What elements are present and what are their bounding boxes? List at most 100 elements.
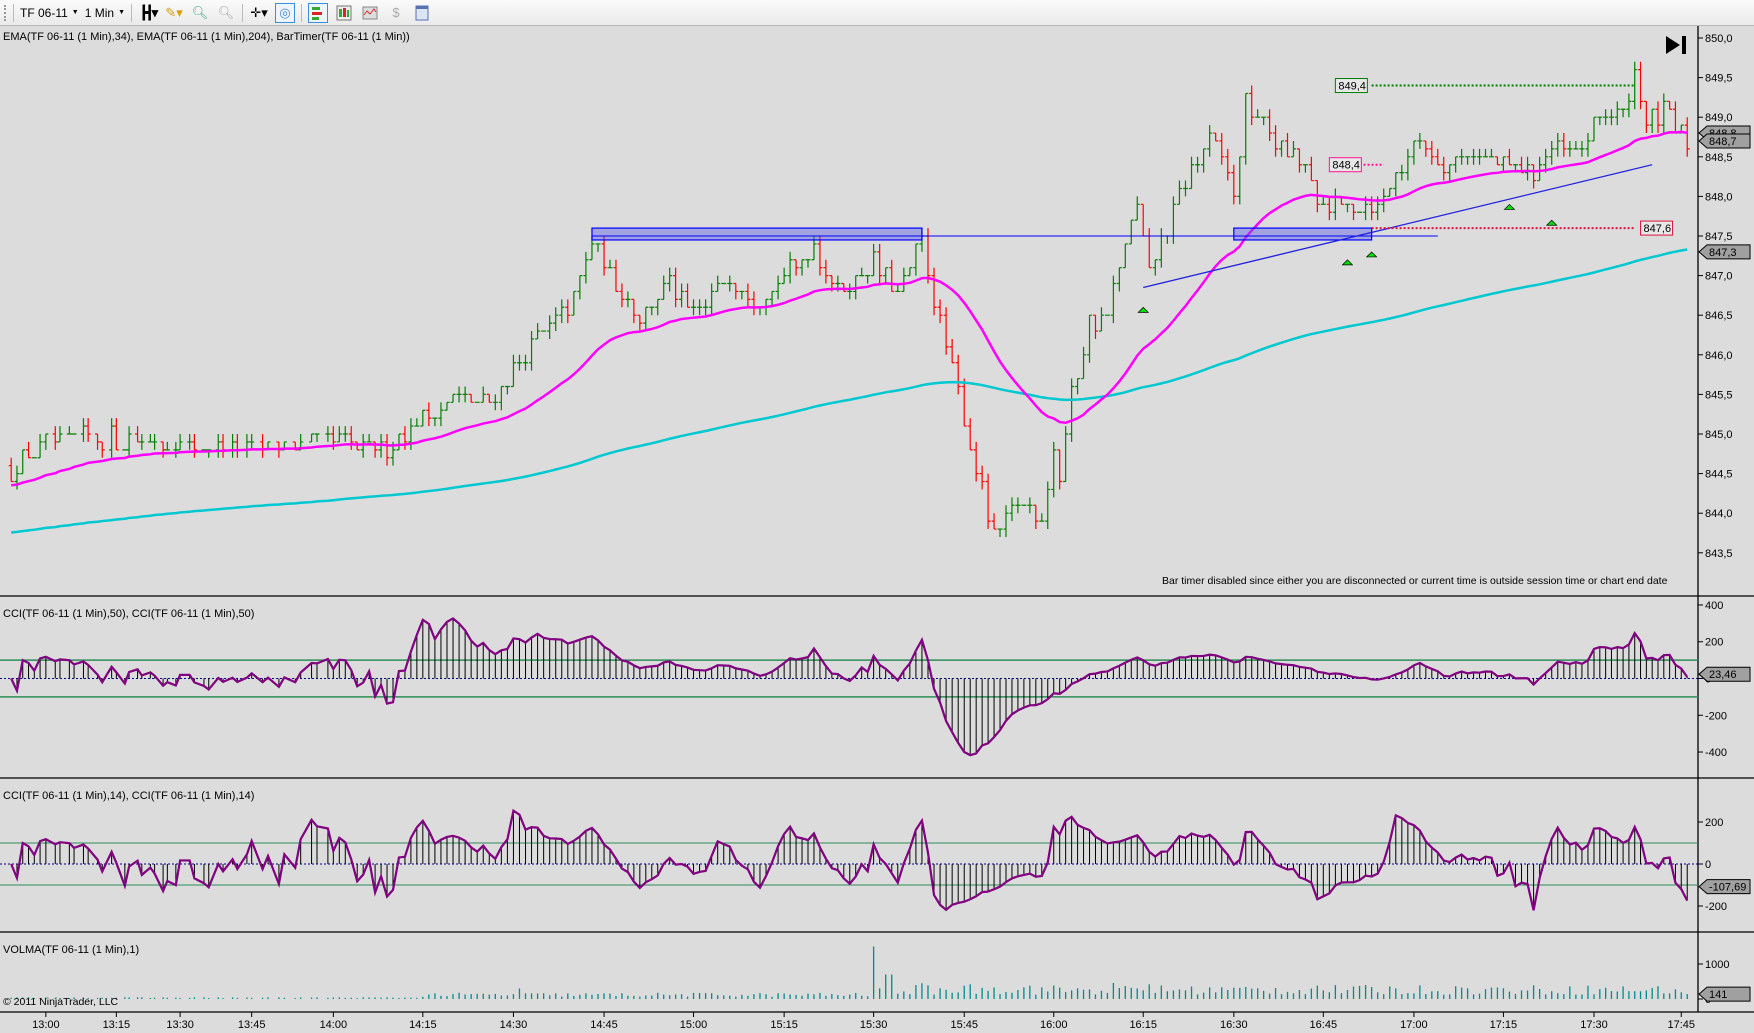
- price-bar: [164, 441, 170, 451]
- price-bar: [1561, 133, 1567, 157]
- price-bar: [1039, 513, 1045, 522]
- price-bar: [709, 283, 715, 316]
- volume-panel-title: VOLMA(TF 06-11 (1 Min),1): [3, 944, 140, 956]
- cci14-histogram: [16, 810, 1688, 911]
- price-bar: [1459, 148, 1465, 165]
- interval-select[interactable]: 1 Min ▼: [85, 6, 125, 20]
- zoom-out-icon: 🔍︎: [217, 4, 235, 20]
- price-axis-label: 846,5: [1705, 310, 1733, 322]
- price-bar: [360, 434, 366, 458]
- price-bar: [1134, 196, 1140, 221]
- price-bar: [961, 378, 967, 427]
- price-bar: [1471, 148, 1477, 165]
- copyright: © 2011 NinjaTrader, LLC: [3, 996, 119, 1008]
- price-bar: [43, 433, 49, 450]
- price-bar: [109, 418, 115, 458]
- price-bar: [745, 283, 751, 308]
- price-bar: [673, 267, 679, 308]
- price-bar: [955, 354, 961, 395]
- price-bar: [727, 275, 733, 292]
- price-bar: [1684, 117, 1690, 157]
- price-bar: [1015, 497, 1021, 514]
- price-bar: [1146, 228, 1152, 269]
- price-bar: [1626, 93, 1632, 118]
- cci14-flag: -107,69: [1709, 882, 1746, 894]
- price-bar: [1399, 164, 1405, 181]
- bar-type-icon: ┣┫▾: [139, 4, 158, 20]
- price-bar: [1537, 156, 1543, 182]
- price-bar: [1051, 441, 1057, 498]
- toolbar-grip[interactable]: [4, 4, 7, 21]
- price-bar: [456, 386, 462, 403]
- draw-button[interactable]: ✎▾: [164, 3, 184, 23]
- price-bar: [1488, 148, 1494, 158]
- price-bar: [384, 434, 390, 466]
- price-bar: [1285, 133, 1291, 158]
- dollar-doc-button[interactable]: $: [386, 3, 406, 23]
- price-bar: [1672, 101, 1678, 134]
- instrument-select[interactable]: TF 06-11 ▼: [20, 6, 79, 20]
- price-axis-label: 845,5: [1705, 389, 1733, 401]
- price-axis-label: 844,5: [1705, 469, 1733, 481]
- price-bar: [1477, 148, 1483, 165]
- strategies-button[interactable]: [334, 3, 354, 23]
- price-bar: [191, 434, 197, 458]
- price-bar: [354, 441, 360, 451]
- price-bar: [901, 267, 907, 293]
- cci50-flag: 23,46: [1709, 669, 1737, 681]
- price-bar: [643, 306, 649, 332]
- price-bar: [1525, 156, 1531, 181]
- price-bar: [1219, 133, 1225, 165]
- up-triangle-marker: [1341, 259, 1354, 266]
- cci14-axis-label: 0: [1705, 859, 1711, 871]
- price-bar: [1429, 140, 1435, 165]
- price-bar: [967, 418, 973, 451]
- price-bar: [126, 426, 132, 458]
- cci14-axis-label: 200: [1705, 817, 1723, 829]
- price-bar: [1579, 140, 1585, 157]
- price-bar: [661, 275, 667, 300]
- separator: [301, 3, 303, 22]
- price-bar: [1465, 156, 1471, 165]
- properties-button[interactable]: [412, 3, 432, 23]
- price-bar: [535, 323, 541, 340]
- price-bar: [52, 426, 58, 450]
- price-bar: [889, 259, 895, 293]
- price-bar: [177, 434, 183, 451]
- time-label: 14:00: [320, 1019, 348, 1031]
- price-bar: [1063, 426, 1069, 483]
- price-bar: [1092, 314, 1098, 339]
- indicators-button[interactable]: [308, 2, 329, 23]
- price-bar: [396, 433, 402, 451]
- price-bar: [135, 426, 141, 443]
- price-bar: [1591, 116, 1597, 142]
- magnifier-button[interactable]: ◎: [275, 2, 296, 23]
- price-bar: [1643, 100, 1649, 134]
- time-label: 16:45: [1310, 1019, 1338, 1031]
- price-bar: [793, 259, 799, 276]
- price-bar: [492, 394, 498, 411]
- price-bar: [1441, 156, 1447, 181]
- price-bar: [1351, 203, 1357, 221]
- price-bar: [234, 434, 240, 458]
- price-bar: [504, 385, 510, 395]
- price-bar: [1195, 156, 1201, 173]
- price-bar: [1075, 377, 1081, 395]
- volume-bars: [10, 946, 1688, 999]
- crosshair-button[interactable]: ✛▾: [249, 3, 269, 23]
- price-bar: [1531, 164, 1537, 189]
- chart-style-button[interactable]: [360, 3, 380, 23]
- price-bar: [1081, 346, 1087, 380]
- price-bar: [637, 314, 643, 332]
- price-bar: [859, 267, 865, 277]
- bar-type-button[interactable]: ┣┫▾: [138, 3, 158, 23]
- price-bar: [1506, 148, 1512, 166]
- price-bar: [1555, 133, 1561, 157]
- zoom-in-button[interactable]: 🔍︎: [190, 3, 210, 23]
- price-bar: [1110, 275, 1116, 324]
- chart-area[interactable]: 850,0 849,5 849,0 848,5 848,0 847,5 847,0 846,5…: [0, 26, 1754, 1033]
- crosshair-icon: ✛▾: [250, 4, 268, 20]
- chevron-down-icon: ▼: [71, 9, 79, 16]
- scroll-to-end-button[interactable]: [1664, 34, 1688, 59]
- zoom-out-button[interactable]: 🔍︎: [216, 3, 236, 23]
